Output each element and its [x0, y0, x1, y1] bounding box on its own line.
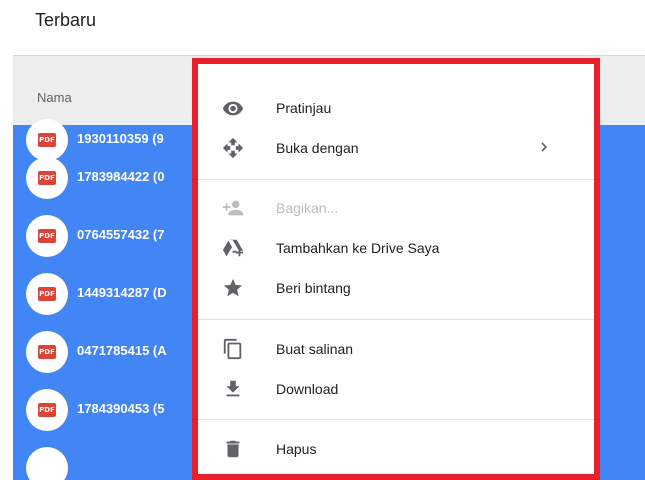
- menu-divider: [198, 319, 594, 320]
- pdf-file-icon: PDF: [26, 215, 68, 257]
- file-name: 0764557432 (7: [77, 227, 165, 242]
- file-name: 1449314287 (D: [77, 285, 167, 300]
- download-icon: [222, 378, 244, 400]
- column-header-name[interactable]: Nama: [37, 90, 72, 105]
- trash-icon: [222, 438, 244, 460]
- page-title: Terbaru: [35, 10, 97, 30]
- move-arrows-icon: [222, 137, 244, 159]
- context-menu: Pratinjau Buka dengan Bagikan... Tambahk…: [198, 64, 594, 474]
- file-name: 1783984422 (0: [77, 169, 165, 184]
- menu-item-pratinjau[interactable]: Pratinjau: [198, 88, 594, 128]
- file-name: 0471785415 (A: [77, 343, 167, 358]
- context-menu-highlight: Pratinjau Buka dengan Bagikan... Tambahk…: [192, 58, 600, 480]
- file-avatar: [26, 447, 68, 480]
- menu-item-hapus[interactable]: Hapus: [198, 429, 594, 469]
- share-person-icon: [222, 197, 244, 219]
- menu-item-tambahkan-ke-drive[interactable]: Tambahkan ke Drive Saya: [198, 228, 594, 268]
- chevron-right-icon: [536, 139, 552, 155]
- menu-divider: [198, 419, 594, 420]
- star-icon: [222, 277, 244, 299]
- copy-icon: [222, 338, 244, 360]
- eye-icon: [222, 97, 244, 119]
- menu-divider: [198, 179, 594, 180]
- pdf-file-icon: PDF: [26, 331, 68, 373]
- menu-item-download[interactable]: Download: [198, 369, 594, 409]
- drive-add-icon: [222, 237, 244, 259]
- pdf-file-icon: PDF: [26, 273, 68, 315]
- file-name: 1784390453 (5: [77, 401, 165, 416]
- menu-item-beri-bintang[interactable]: Beri bintang: [198, 268, 594, 308]
- file-name: 1930110359 (9: [77, 131, 164, 146]
- menu-item-buka-dengan[interactable]: Buka dengan: [198, 128, 594, 168]
- menu-item-bagikan[interactable]: Bagikan...: [198, 188, 594, 228]
- menu-item-buat-salinan[interactable]: Buat salinan: [198, 329, 594, 369]
- pdf-file-icon: PDF: [26, 157, 68, 199]
- pdf-file-icon: PDF: [26, 389, 68, 431]
